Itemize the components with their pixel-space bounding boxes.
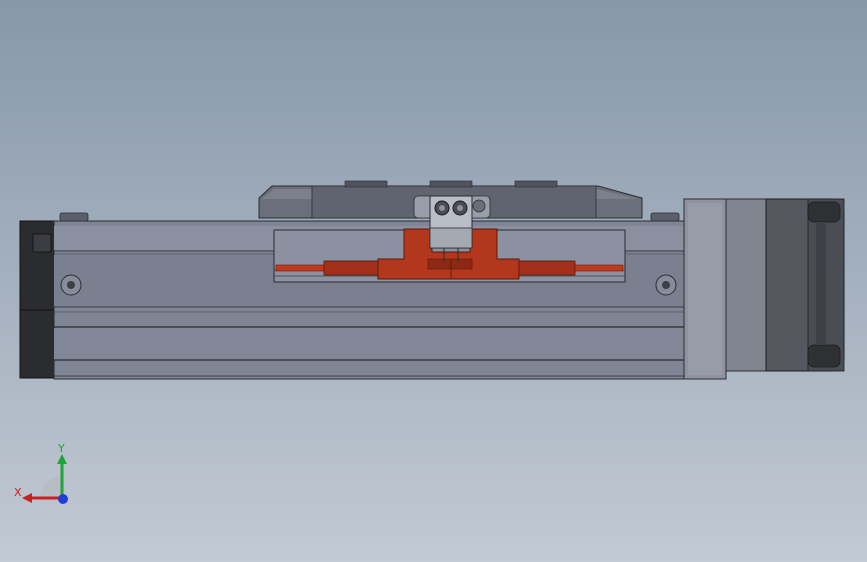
x-axis-label: X bbox=[14, 486, 22, 499]
coordinate-triad-icon[interactable]: Y X bbox=[10, 440, 80, 510]
motor-flange[interactable] bbox=[683, 198, 767, 380]
cad-viewport[interactable]: Y X bbox=[0, 0, 867, 562]
linear-actuator-model[interactable] bbox=[0, 0, 867, 562]
left-end-cap[interactable] bbox=[19, 220, 55, 379]
stepper-motor[interactable] bbox=[765, 198, 845, 372]
y-axis-label: Y bbox=[57, 442, 65, 455]
